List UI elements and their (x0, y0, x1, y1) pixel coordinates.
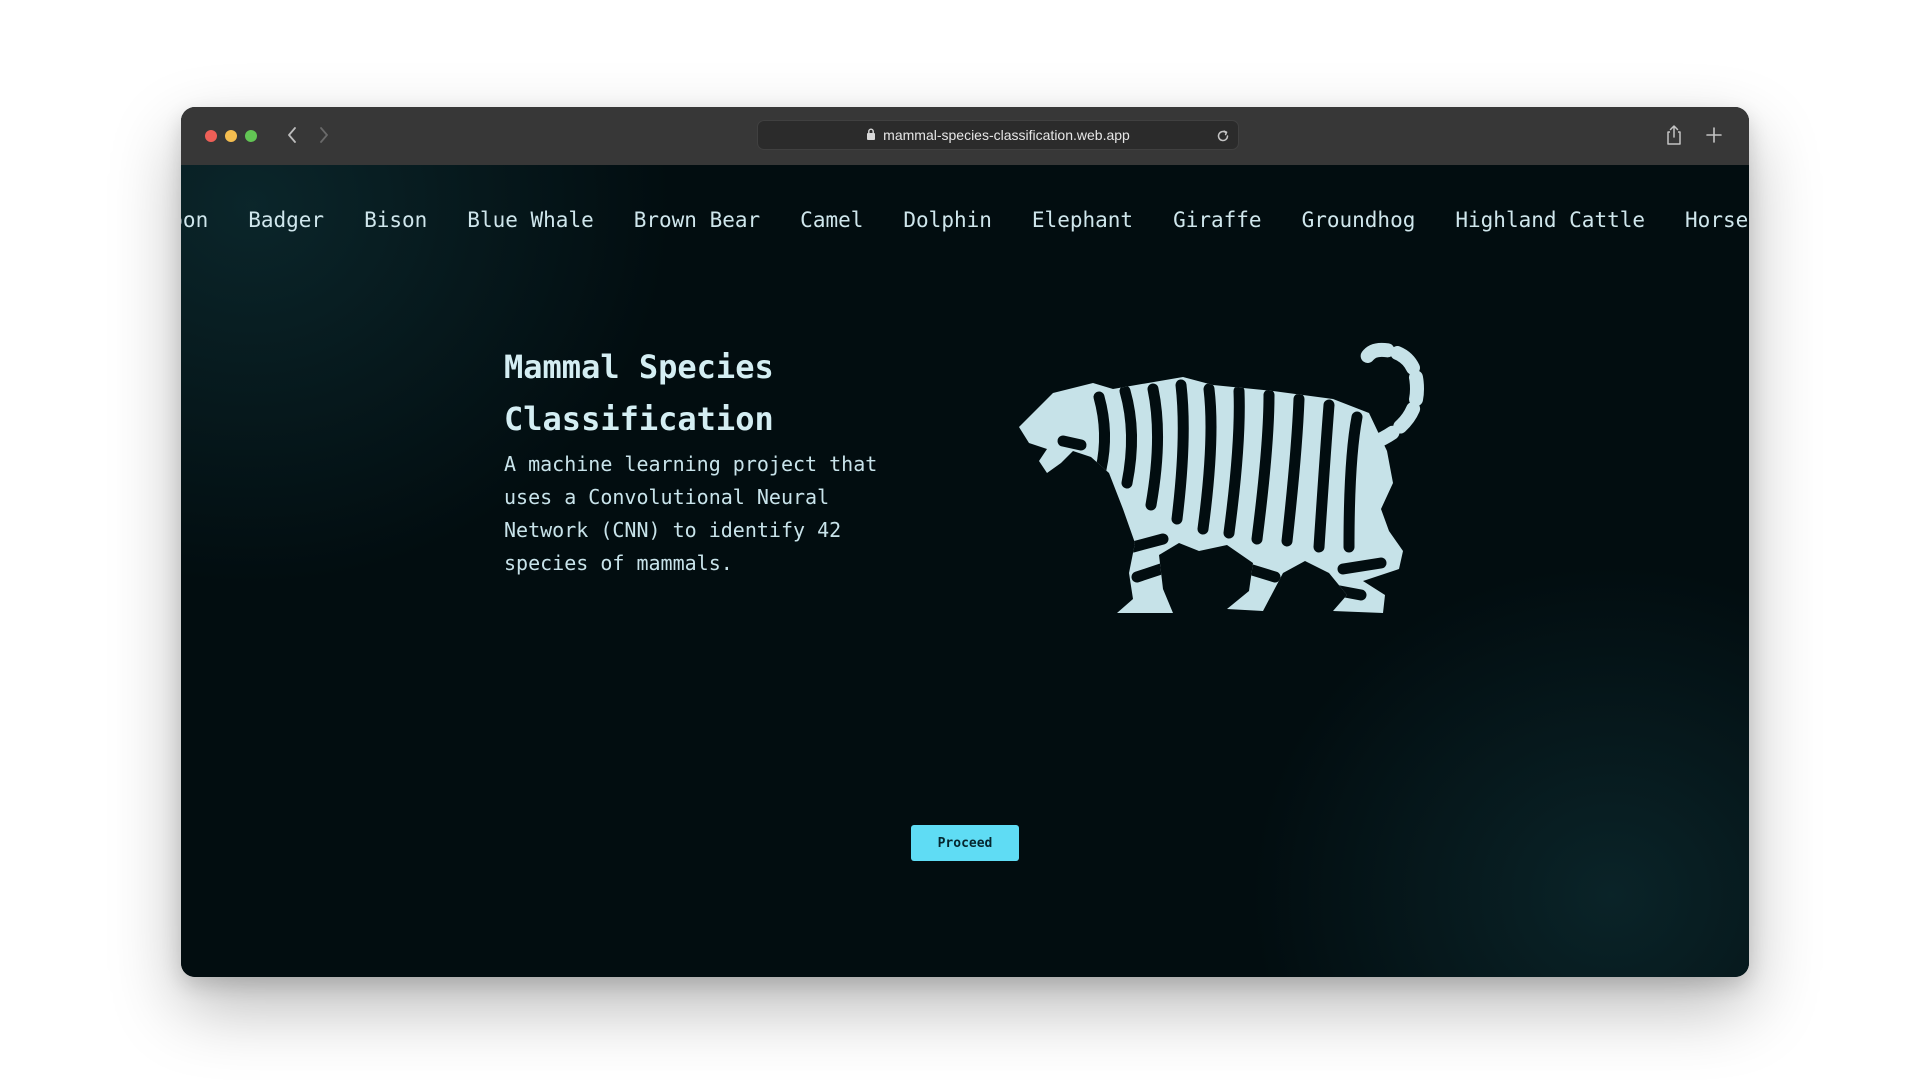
minimize-window-button[interactable] (225, 130, 237, 142)
forward-arrow-icon[interactable] (313, 123, 335, 147)
species-item[interactable]: Bison (364, 208, 427, 232)
species-item[interactable]: Camel (800, 208, 863, 232)
maximize-window-button[interactable] (245, 130, 257, 142)
browser-window: mammal-species-classification.web.app ab… (181, 107, 1749, 977)
species-item[interactable]: Brown Bear (634, 208, 760, 232)
species-item[interactable]: Badger (248, 208, 324, 232)
species-item[interactable]: Giraffe (1173, 208, 1262, 232)
url-text: mammal-species-classification.web.app (883, 127, 1130, 143)
species-item[interactable]: Elephant (1032, 208, 1133, 232)
share-icon[interactable] (1663, 123, 1685, 147)
back-arrow-icon[interactable] (281, 123, 303, 147)
address-bar[interactable]: mammal-species-classification.web.app (757, 120, 1239, 150)
species-item[interactable]: Highland Cattle (1455, 208, 1645, 232)
page-description: A machine learning project that uses a C… (504, 452, 878, 575)
page-title: Mammal Species Classification (504, 348, 774, 438)
species-item[interactable]: Dolphin (903, 208, 992, 232)
species-marquee: aboon Badger Bison Blue Whale Brown Bear… (181, 208, 1748, 232)
browser-toolbar: mammal-species-classification.web.app (181, 107, 1749, 166)
lock-icon (866, 127, 876, 143)
species-item[interactable]: Horse (1685, 208, 1748, 232)
tiger-icon (1013, 333, 1431, 613)
page-content: aboon Badger Bison Blue Whale Brown Bear… (181, 165, 1749, 977)
close-window-button[interactable] (205, 130, 217, 142)
species-item[interactable]: Groundhog (1302, 208, 1416, 232)
plus-icon[interactable] (1703, 123, 1725, 147)
species-item[interactable]: Blue Whale (467, 208, 593, 232)
species-item[interactable]: aboon (181, 208, 208, 232)
reload-icon[interactable] (1214, 127, 1232, 145)
proceed-button[interactable]: Proceed (911, 825, 1019, 861)
